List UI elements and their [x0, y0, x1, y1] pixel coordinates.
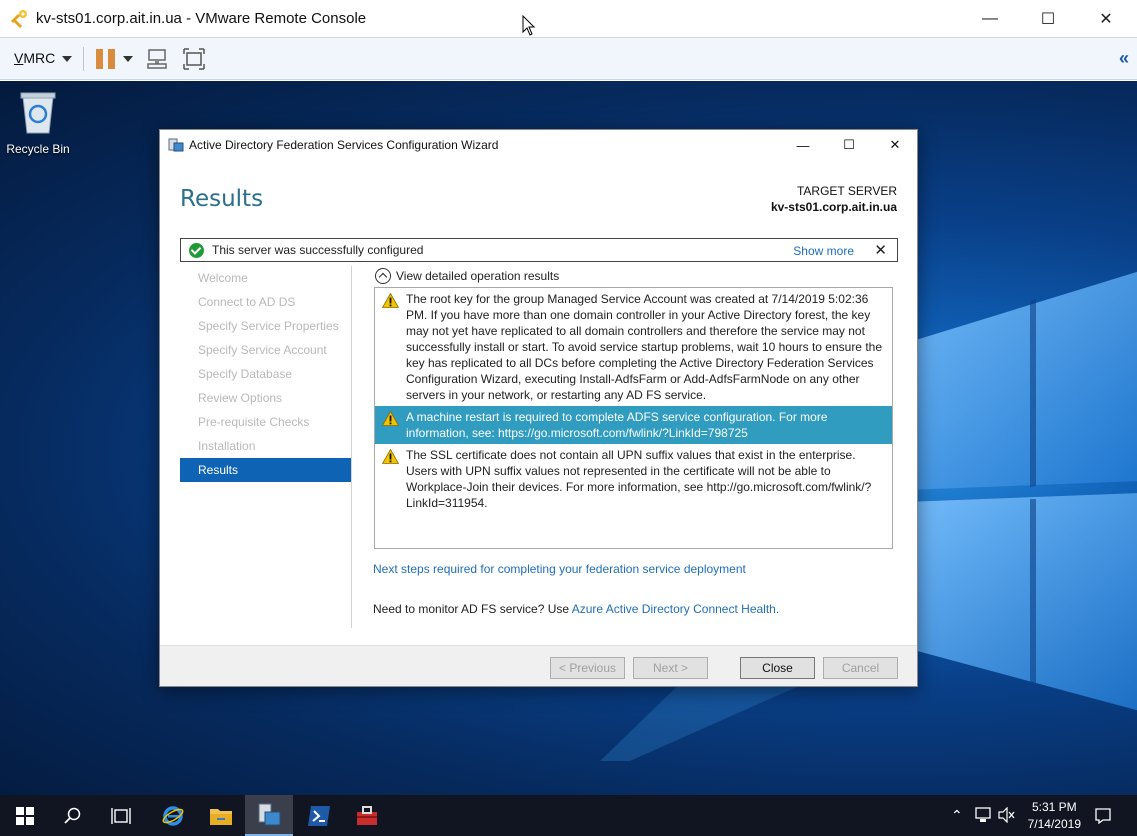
close-icon: ✕	[889, 137, 901, 152]
clock-time: 5:31 PM	[1031, 800, 1077, 814]
vmrc-toolbar: VMRC «	[0, 38, 1137, 80]
minimize-icon: —	[796, 137, 810, 153]
wizard-navigation: Welcome Connect to AD DS Specify Service…	[180, 266, 351, 482]
recycle-bin-shortcut[interactable]: Recycle Bin	[6, 89, 70, 156]
maximize-icon: ☐	[843, 137, 855, 152]
nav-item-installation: Installation	[198, 439, 256, 453]
vmrc-window: kv-sts01.corp.ait.in.ua - VMware Remote …	[0, 0, 1137, 836]
minimize-icon: —	[982, 10, 998, 27]
nav-item-review-options: Review Options	[198, 391, 283, 405]
task-view-icon[interactable]	[97, 795, 145, 836]
windows-start-icon[interactable]	[1, 795, 49, 836]
vmrc-window-title: kv-sts01.corp.ait.in.ua - VMware Remote …	[36, 10, 367, 27]
search-icon[interactable]	[49, 795, 97, 836]
operation-results-list[interactable]: The root key for the group Managed Servi…	[374, 287, 893, 549]
vmrc-close-button[interactable]: ✕	[1077, 0, 1135, 38]
wizard-title: Active Directory Federation Services Con…	[189, 138, 499, 152]
pause-icon[interactable]	[96, 49, 115, 69]
recycle-bin-icon	[20, 92, 56, 134]
action-center-icon[interactable]	[1094, 807, 1112, 825]
toolbox-icon[interactable]	[343, 795, 391, 836]
azure-connect-health-link[interactable]: Azure Active Directory Connect Health.	[572, 602, 779, 616]
wizard-minimize-button[interactable]: —	[780, 130, 826, 160]
list-item[interactable]: A machine restart is required to complet…	[375, 406, 892, 444]
internet-explorer-icon[interactable]	[149, 795, 197, 836]
nav-item-prerequisite-checks: Pre-requisite Checks	[198, 415, 310, 429]
vmrc-titlebar: kv-sts01.corp.ait.in.ua - VMware Remote …	[0, 0, 1137, 38]
success-check-icon	[189, 243, 204, 258]
adfs-configuration-wizard: Active Directory Federation Services Con…	[159, 129, 918, 687]
collapse-toolbar-icon[interactable]: «	[1119, 48, 1129, 69]
vmrc-menu-button[interactable]: VMRC	[14, 50, 55, 66]
vmrc-menu-chevron-down-icon[interactable]	[62, 56, 72, 62]
cancel-button[interactable]: Cancel	[823, 657, 898, 679]
close-button[interactable]: Close	[740, 657, 815, 679]
view-detailed-results-toggle[interactable]: View detailed operation results	[375, 268, 559, 284]
wizard-maximize-button[interactable]: ☐	[826, 130, 872, 160]
vmrc-maximize-button[interactable]: ☐	[1019, 0, 1077, 38]
server-manager-icon[interactable]	[245, 795, 293, 836]
warning-icon	[382, 293, 399, 308]
list-item[interactable]: The root key for the group Managed Servi…	[375, 288, 892, 406]
status-notification: This server was successfully configured …	[180, 238, 898, 262]
nav-divider	[351, 266, 352, 628]
wizard-footer: < Previous Next > Close Cancel	[160, 645, 917, 686]
page-title: Results	[180, 186, 264, 212]
close-icon: ✕	[1099, 11, 1113, 28]
nav-item-specify-service-account: Specify Service Account	[198, 343, 327, 357]
wizard-titlebar: Active Directory Federation Services Con…	[160, 130, 917, 160]
fullscreen-icon[interactable]	[182, 47, 206, 71]
monitor-adfs-text: Need to monitor AD FS service? Use Azure…	[373, 602, 780, 616]
send-ctrl-alt-del-icon[interactable]	[145, 47, 169, 71]
show-hidden-icons-icon[interactable]: ⌃	[951, 807, 963, 824]
guest-desktop: Recycle Bin Active Directory Federation …	[0, 81, 1137, 795]
network-icon[interactable]	[975, 807, 993, 823]
target-server-value: kv-sts01.corp.ait.in.ua	[770, 200, 897, 214]
nav-item-specify-database: Specify Database	[198, 367, 293, 381]
next-button[interactable]: Next >	[633, 657, 708, 679]
vmrc-minimize-button[interactable]: —	[961, 0, 1019, 38]
toolbar-divider	[83, 47, 84, 71]
nav-item-results[interactable]: Results	[180, 458, 351, 482]
clock-date: 7/14/2019	[1027, 817, 1081, 831]
volume-muted-icon[interactable]	[998, 807, 1016, 823]
file-explorer-icon[interactable]	[197, 795, 245, 836]
warning-icon	[382, 449, 399, 464]
taskbar: ⌃ 5:31 PM 7/14/2019	[0, 795, 1137, 836]
vmrc-app-icon	[11, 10, 27, 28]
show-more-link[interactable]: Show more	[793, 244, 854, 258]
nav-item-connect-to-ad-ds: Connect to AD DS	[198, 295, 296, 309]
recycle-bin-label: Recycle Bin	[6, 142, 70, 156]
maximize-icon: ☐	[1040, 11, 1056, 28]
mouse-cursor-icon	[522, 15, 536, 36]
target-server-label: TARGET SERVER	[796, 184, 897, 198]
wizard-close-button[interactable]: ✕	[872, 130, 918, 160]
warning-icon	[382, 411, 399, 426]
powershell-icon[interactable]	[295, 795, 343, 836]
next-steps-link[interactable]: Next steps required for completing your …	[373, 562, 746, 576]
list-item[interactable]: The SSL certificate does not contain all…	[375, 444, 892, 514]
power-options-chevron-down-icon[interactable]	[123, 56, 133, 62]
dismiss-status-icon[interactable]: ✕	[874, 241, 887, 259]
taskbar-clock[interactable]: 5:31 PM 7/14/2019	[1028, 799, 1081, 833]
chevron-up-icon	[375, 268, 391, 284]
status-message: This server was successfully configured	[212, 243, 424, 257]
previous-button[interactable]: < Previous	[550, 657, 625, 679]
server-wizard-icon	[168, 138, 184, 152]
nav-item-specify-service-properties: Specify Service Properties	[198, 319, 339, 333]
nav-item-welcome: Welcome	[198, 271, 248, 285]
